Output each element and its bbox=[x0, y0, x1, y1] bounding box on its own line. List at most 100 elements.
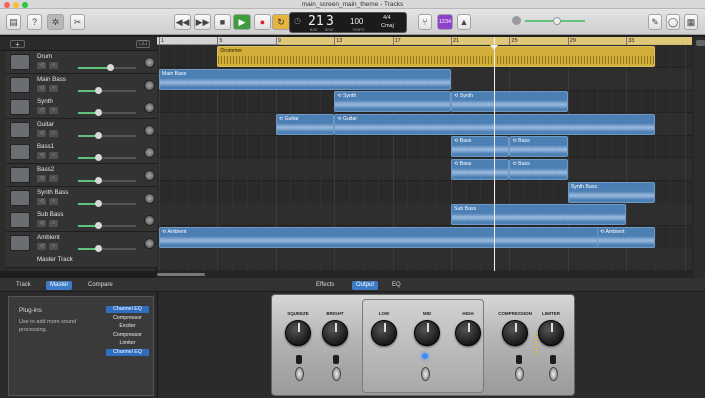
region[interactable]: ⟲ Ambient bbox=[159, 226, 656, 248]
region[interactable]: Main Bass bbox=[159, 68, 451, 90]
metronome-button[interactable]: ▲ bbox=[457, 14, 471, 30]
volume-knob[interactable] bbox=[95, 222, 103, 230]
volume-knob[interactable] bbox=[95, 244, 103, 252]
editors-button[interactable]: ✂ bbox=[70, 14, 85, 30]
track-header[interactable]: Synth ◁ ∩ bbox=[6, 96, 157, 120]
track-header[interactable]: Bass2 ◁ ∩ bbox=[6, 164, 157, 187]
lcd-display[interactable]: ◷ 21 3 BAR BEAT 100 TEMPO 4/4 Cmaj bbox=[289, 12, 407, 33]
track-header[interactable]: Guitar ◁ ∩ bbox=[6, 118, 157, 142]
pan-knob[interactable] bbox=[144, 192, 155, 204]
volume-knob[interactable] bbox=[95, 86, 103, 94]
region[interactable]: ⟲ Synth bbox=[451, 91, 568, 113]
tab-master[interactable]: Master bbox=[46, 281, 73, 290]
region[interactable]: Sub Bass bbox=[451, 204, 627, 226]
pan-knob[interactable] bbox=[144, 237, 155, 249]
amp-knob[interactable] bbox=[414, 320, 440, 346]
record-button[interactable]: ● bbox=[254, 14, 271, 30]
track-volume-slider[interactable] bbox=[78, 244, 136, 252]
region[interactable]: ⟲ Bass bbox=[451, 159, 510, 180]
library-button[interactable]: ▤ bbox=[6, 14, 21, 30]
lcd-time-signature[interactable]: 4/4 bbox=[383, 15, 391, 21]
mute-button[interactable]: ◁ bbox=[37, 242, 46, 250]
catch-playhead-button[interactable]: ▸⃒ bbox=[136, 40, 150, 48]
plugin-slot[interactable]: Channel EQ bbox=[106, 306, 149, 313]
stop-button[interactable]: ■ bbox=[214, 14, 231, 30]
track-volume-slider[interactable] bbox=[78, 131, 136, 139]
mute-button[interactable]: ◁ bbox=[37, 220, 46, 228]
toggle-switch[interactable] bbox=[295, 367, 304, 381]
track-header[interactable]: Sub Bass ◁ ∩ bbox=[6, 209, 157, 233]
track-volume-slider[interactable] bbox=[78, 154, 136, 162]
track-volume-slider[interactable] bbox=[78, 64, 136, 71]
headphones-icon[interactable]: ∩ bbox=[49, 84, 58, 92]
volume-knob[interactable] bbox=[95, 131, 103, 139]
headphones-icon[interactable]: ∩ bbox=[49, 197, 58, 205]
vertical-scrollbar[interactable] bbox=[692, 37, 705, 278]
tracks-area[interactable]: Drummer Main Bass ⟲ Synth ⟲ Synth ⟲ Guitar ⟲ … bbox=[157, 45, 692, 272]
pan-knob[interactable] bbox=[144, 57, 155, 68]
headphones-icon[interactable]: ∩ bbox=[49, 152, 58, 160]
track-header[interactable]: Master Track bbox=[6, 254, 157, 269]
tab-effects[interactable]: Effects bbox=[312, 281, 338, 290]
plugin-slot[interactable]: Compressor bbox=[106, 332, 149, 339]
mute-button[interactable]: ◁ bbox=[37, 62, 46, 69]
pan-knob[interactable] bbox=[144, 215, 155, 227]
power-switch[interactable] bbox=[421, 367, 430, 381]
volume-knob[interactable] bbox=[106, 64, 114, 71]
amp-knob[interactable] bbox=[455, 320, 481, 346]
mute-button[interactable]: ◁ bbox=[37, 152, 46, 160]
volume-knob[interactable] bbox=[95, 177, 103, 184]
track-header[interactable]: Bass1 ◁ ∩ bbox=[6, 141, 157, 165]
amp-knob[interactable] bbox=[502, 320, 528, 346]
fast-forward-button[interactable]: ▶▶ bbox=[194, 14, 211, 30]
toggle-switch[interactable] bbox=[332, 367, 341, 381]
help-button[interactable]: ? bbox=[27, 14, 42, 30]
region[interactable]: ⟲ Guitar bbox=[275, 113, 335, 135]
notepad-button[interactable]: ✎ bbox=[648, 14, 662, 30]
region[interactable]: ⟲ Bass bbox=[509, 159, 568, 180]
playhead[interactable] bbox=[494, 37, 495, 271]
mute-button[interactable]: ◁ bbox=[37, 84, 46, 92]
track-header[interactable]: Drum ◁ ∩ bbox=[6, 51, 157, 74]
pan-knob[interactable] bbox=[144, 147, 155, 159]
volume-knob[interactable] bbox=[95, 109, 103, 117]
track-volume-slider[interactable] bbox=[78, 109, 136, 117]
region[interactable]: Synth Bass bbox=[567, 181, 656, 203]
add-track-button[interactable]: + bbox=[10, 40, 25, 49]
headphones-icon[interactable]: ∩ bbox=[49, 107, 58, 115]
play-button[interactable]: ▶ bbox=[233, 14, 251, 30]
playhead-handle[interactable] bbox=[490, 45, 498, 50]
zoom-icon[interactable] bbox=[696, 40, 705, 46]
track-volume-slider[interactable] bbox=[78, 86, 136, 94]
headphones-icon[interactable]: ∩ bbox=[49, 175, 58, 182]
mute-button[interactable]: ◁ bbox=[37, 197, 46, 205]
tab-eq[interactable]: EQ bbox=[388, 281, 405, 290]
volume-knob[interactable] bbox=[95, 154, 103, 162]
plugin-slot[interactable]: Limiter bbox=[106, 340, 149, 347]
track-header[interactable]: Synth Bass ◁ ∩ bbox=[6, 186, 157, 210]
smart-controls-button[interactable]: ✲ bbox=[47, 14, 64, 30]
region[interactable]: ⟲ Synth bbox=[334, 91, 451, 113]
volume-knob[interactable] bbox=[95, 199, 103, 207]
mute-button[interactable]: ◁ bbox=[37, 129, 46, 137]
master-volume-knob[interactable] bbox=[553, 17, 561, 25]
master-volume-slider[interactable] bbox=[525, 17, 585, 25]
media-browser-button[interactable]: ▦ bbox=[684, 14, 698, 30]
headphones-icon[interactable]: ∩ bbox=[49, 242, 58, 250]
mute-button[interactable]: ◁ bbox=[37, 107, 46, 115]
amp-knob[interactable] bbox=[538, 320, 564, 346]
plugin-slot[interactable]: Compressor bbox=[106, 315, 149, 322]
region[interactable]: Drummer bbox=[217, 46, 656, 67]
amp-knob[interactable] bbox=[371, 320, 397, 346]
plugin-slot[interactable]: Channel EQ bbox=[106, 349, 149, 356]
headphones-icon[interactable]: ∩ bbox=[49, 62, 58, 69]
track-header[interactable]: Main Bass ◁ ∩ bbox=[6, 73, 157, 97]
pan-knob[interactable] bbox=[144, 124, 155, 136]
region[interactable]: ⟲ Bass bbox=[451, 136, 510, 158]
tab-compare[interactable]: Compare bbox=[84, 281, 117, 290]
amp-knob[interactable] bbox=[285, 320, 311, 346]
lcd-key[interactable]: Cmaj bbox=[381, 23, 394, 29]
tab-track[interactable]: Track bbox=[12, 281, 35, 290]
track-header[interactable]: Ambient ◁ ∩ bbox=[6, 231, 157, 255]
lcd-tempo[interactable]: 100 bbox=[350, 17, 363, 26]
